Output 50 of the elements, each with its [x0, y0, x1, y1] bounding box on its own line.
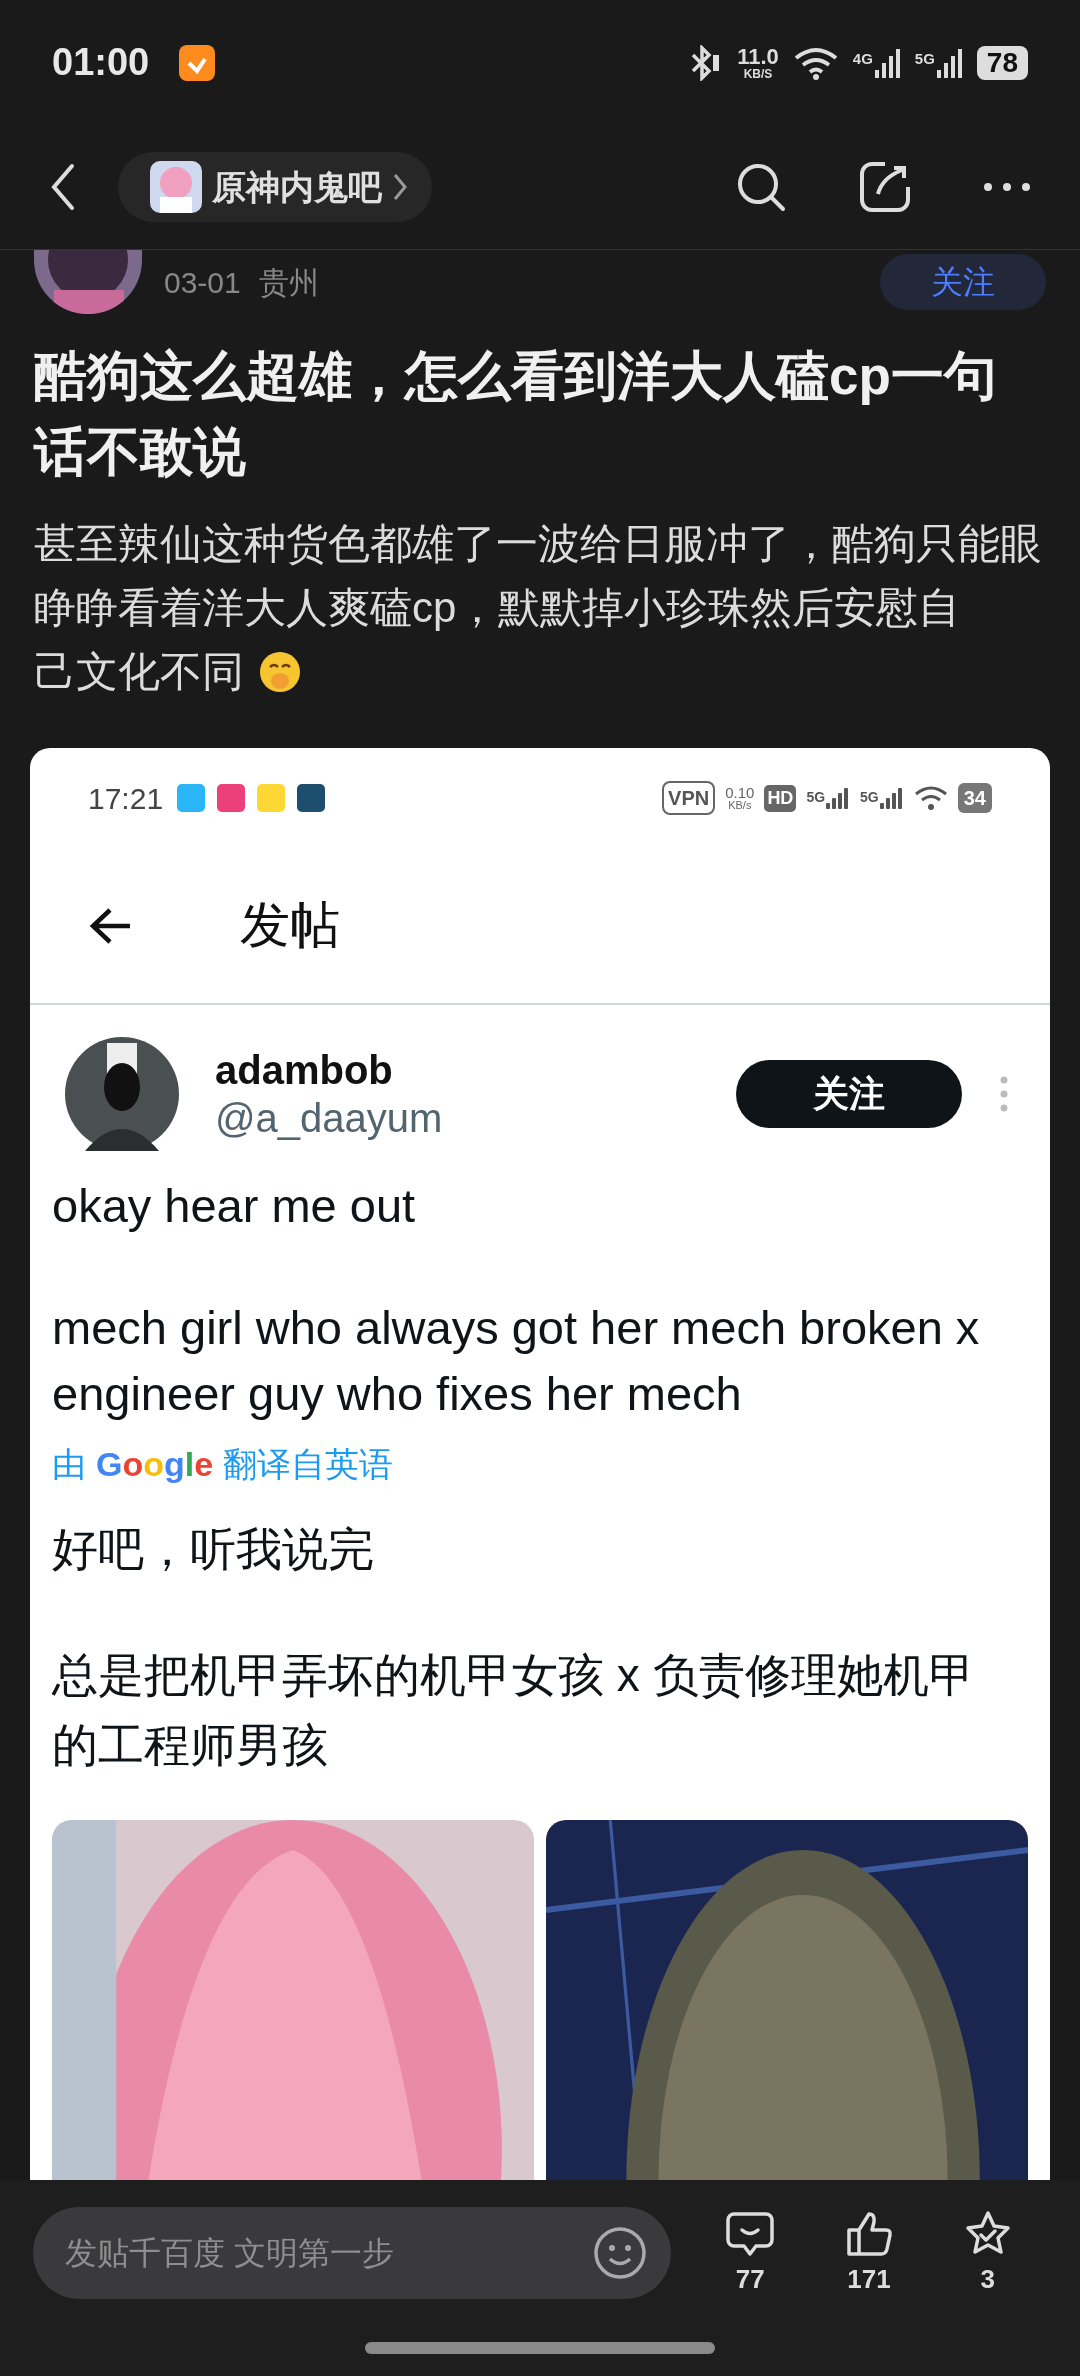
post-body: 己文化不同	[34, 647, 244, 697]
app-notification-icon	[179, 44, 216, 81]
emoji-icon[interactable]	[593, 2226, 647, 2280]
post-title: 酷狗这么超雄，怎么看到洋大人磕cp一句话不敢说	[32, 345, 998, 483]
favorite-button[interactable]: 3	[961, 2207, 1014, 2299]
like-button[interactable]: 171	[843, 2207, 895, 2299]
forum-link[interactable]: 原神内鬼吧	[118, 152, 432, 222]
signal-icon	[879, 787, 904, 809]
more-icon[interactable]	[982, 181, 1032, 193]
chevron-right-icon	[392, 172, 408, 202]
google-logo: Google	[96, 1444, 214, 1485]
comment-field[interactable]: 发贴千百度 文明第一步	[33, 2207, 671, 2299]
user-handle: @a_daayum	[215, 1095, 443, 1142]
wifi-icon	[913, 785, 948, 811]
clock: 17:21	[88, 780, 164, 817]
translate-prefix: 由	[52, 1444, 86, 1485]
network-type: 5G	[806, 788, 826, 807]
signal-icon	[826, 787, 851, 809]
translated-text: 总是把机甲弄坏的机甲女孩 x 负责修理她机甲的工程师男孩	[52, 1648, 976, 1773]
speed-unit: KB/s	[728, 800, 752, 811]
comment-button[interactable]: 77	[724, 2207, 777, 2299]
signal-icon	[936, 47, 963, 78]
clock: 01:00	[52, 40, 150, 85]
translate-label: 翻译自英语	[223, 1444, 394, 1485]
hd-badge: HD	[764, 784, 797, 812]
battery-indicator: 34	[957, 783, 992, 813]
tweet-text: okay hear me out	[52, 1178, 417, 1234]
share-icon[interactable]	[858, 160, 912, 214]
comment-input[interactable]: 发贴千百度 文明第一步	[65, 2229, 593, 2277]
network-type: 4G	[852, 48, 873, 69]
network-type: 5G	[914, 48, 935, 69]
tweet-text: mech girl who always got her mech broken x engineer guy who fixes her mech	[52, 1300, 981, 1422]
post-date: 03-01	[164, 264, 241, 301]
network-speed: 0.10	[725, 785, 755, 800]
emoji-icon	[258, 650, 302, 694]
vpn-badge: VPN	[662, 781, 716, 815]
wifi-icon	[792, 45, 839, 80]
page-title: 发帖	[240, 896, 340, 955]
network-type: 5G	[860, 788, 879, 807]
signal-icon	[874, 47, 901, 78]
translated-text: 好吧，听我说完	[52, 1522, 375, 1577]
post-body: 甚至辣仙这种货色都雄了一波给日服冲了，酷狗只能眼睁睁看着洋大人爽磕cp，默默掉小珍珠然后安慰自	[33, 519, 1043, 633]
network-speed: 11.0	[737, 45, 779, 68]
post-location: 贵州	[258, 264, 319, 301]
follow-button[interactable]: 关注	[736, 1060, 962, 1128]
battery-indicator: 78	[976, 45, 1028, 80]
user-name: adambob	[215, 1047, 394, 1094]
forum-avatar-icon	[150, 161, 202, 213]
follow-button[interactable]: 关注	[880, 254, 1046, 310]
speed-unit: KB/S	[743, 67, 773, 80]
